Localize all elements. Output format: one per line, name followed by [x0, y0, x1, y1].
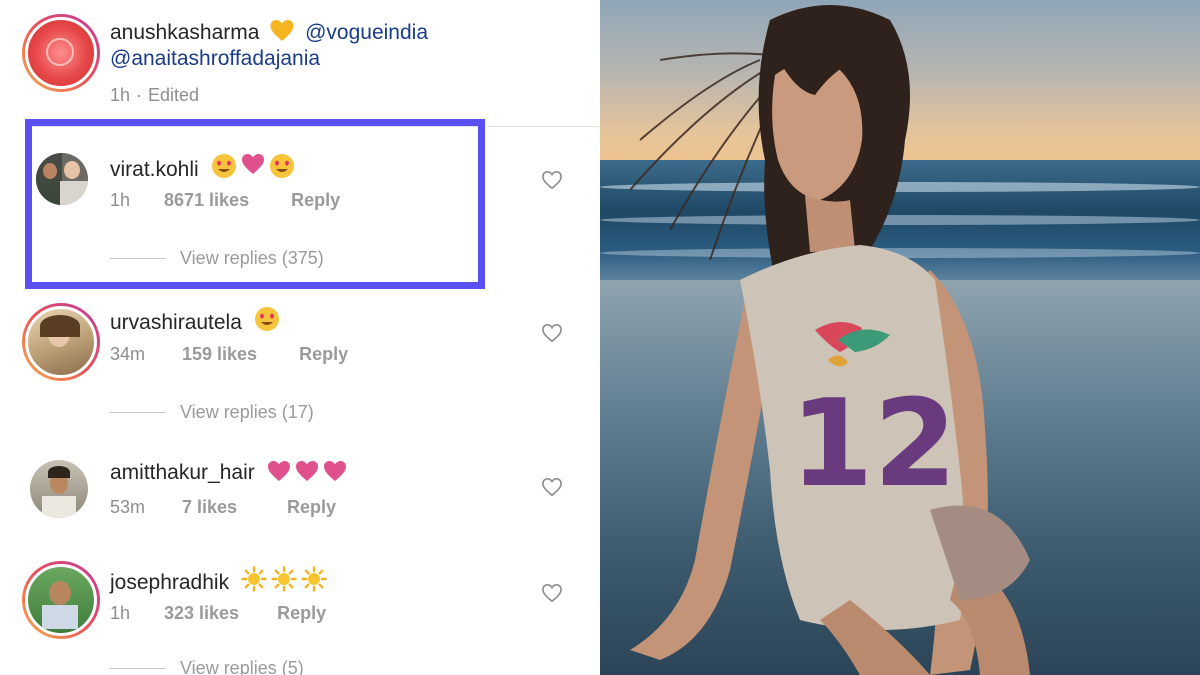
commenter-avatar[interactable]	[30, 460, 88, 518]
comment-time: 34m	[110, 344, 146, 364]
comment-username[interactable]: urvashirautela	[110, 311, 242, 334]
comment-likes[interactable]: 7 likes	[182, 497, 237, 518]
yellow-heart-icon	[270, 20, 294, 41]
comment-time: 53m	[110, 497, 146, 517]
mention-vogueindia[interactable]: @vogueindia	[305, 21, 428, 44]
replies-rule	[110, 412, 166, 413]
comment-emojis	[267, 460, 347, 482]
post-caption: anushkasharma @vogueindia	[110, 19, 428, 45]
like-heart-icon[interactable]	[541, 170, 563, 190]
edited-label: Edited	[148, 85, 200, 105]
view-replies-button[interactable]: View replies (5)	[110, 658, 304, 675]
like-heart-icon[interactable]	[541, 583, 563, 603]
comment-meta: 1h 323 likes Reply	[110, 603, 326, 624]
reply-button[interactable]: Reply	[277, 603, 326, 624]
post-time: 1h	[110, 85, 131, 105]
post-caption-line2: @anaitashroffadajania	[110, 47, 320, 71]
pink-heart-icon	[295, 461, 318, 481]
meta-separator: ·	[136, 85, 143, 105]
post-photo: 12	[600, 0, 1200, 675]
post-meta: 1h · Edited	[110, 85, 199, 106]
comment-username-row: amitthakur_hair	[110, 460, 347, 485]
view-replies-label: View replies (5)	[180, 658, 304, 675]
comment-meta: 34m 159 likes Reply	[110, 344, 348, 365]
view-replies-button[interactable]: View replies (17)	[110, 402, 314, 423]
comments-panel: anushkasharma @vogueindia @anaitashroffa…	[0, 0, 600, 675]
comment-emojis	[241, 566, 327, 592]
comment-username[interactable]: josephradhik	[110, 571, 229, 594]
pink-heart-icon	[267, 461, 290, 481]
commenter-avatar[interactable]	[22, 561, 100, 639]
sun-icon	[241, 566, 267, 592]
reply-button[interactable]: Reply	[299, 344, 348, 365]
pink-heart-icon	[323, 461, 346, 481]
comment-username-row: josephradhik	[110, 566, 327, 595]
reply-button[interactable]: Reply	[287, 497, 336, 518]
replies-rule	[110, 668, 166, 669]
comment-emojis	[254, 306, 280, 332]
post-author[interactable]: anushkasharma	[110, 21, 259, 44]
mention-anaitashroffadajania[interactable]: @anaitashroffadajania	[110, 47, 320, 70]
view-replies-label: View replies (17)	[180, 402, 314, 422]
sun-icon	[301, 566, 327, 592]
heart-eyes-emoji-icon	[254, 307, 279, 331]
sun-icon	[271, 566, 297, 592]
like-heart-icon[interactable]	[541, 477, 563, 497]
comment-username[interactable]: amitthakur_hair	[110, 461, 255, 484]
highlight-box	[25, 119, 485, 289]
comment-meta: 53m 7 likes Reply	[110, 497, 336, 518]
author-avatar[interactable]	[22, 14, 100, 92]
comment-username-row: urvashirautela	[110, 306, 280, 335]
shirt-number: 12	[790, 375, 957, 514]
comment-likes[interactable]: 159 likes	[182, 344, 257, 365]
comment-time: 1h	[110, 603, 131, 623]
person-illustration: 12	[629, 5, 1030, 675]
comment-likes[interactable]: 323 likes	[164, 603, 239, 624]
like-heart-icon[interactable]	[541, 323, 563, 343]
commenter-avatar[interactable]	[22, 303, 100, 381]
